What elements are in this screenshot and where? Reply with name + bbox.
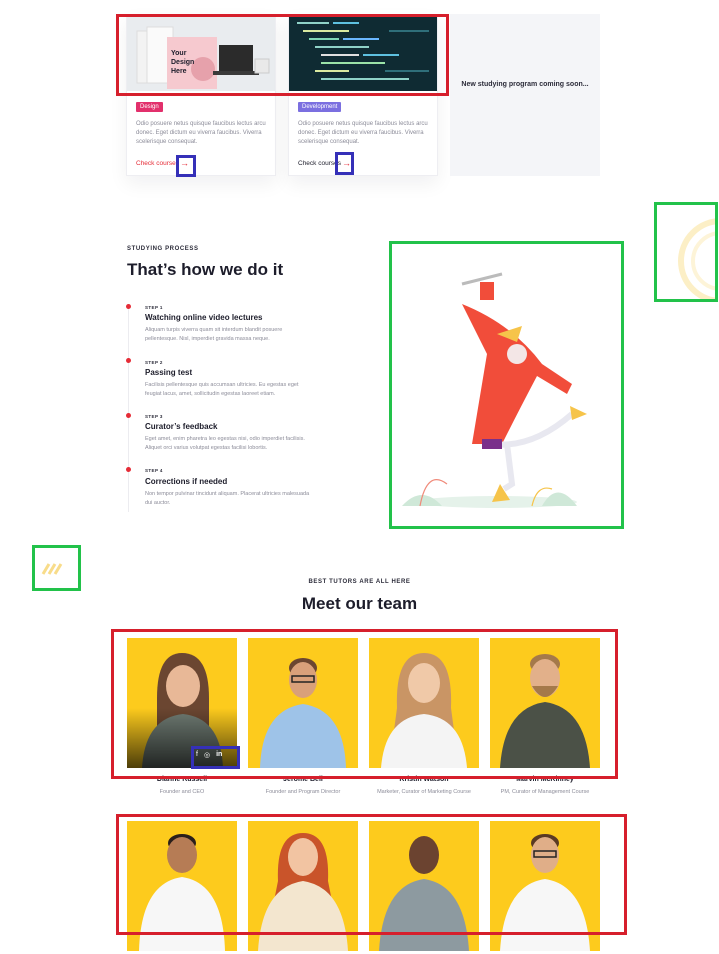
tutor-role: Marketer, Curator of Marketing Course: [377, 789, 471, 795]
section-eyebrow: BEST TUTORS ARE ALL HERE: [308, 579, 411, 585]
step-label: STEP 2: [145, 360, 163, 365]
course-tag: Development: [298, 102, 342, 112]
step-label: STEP 1: [145, 305, 163, 310]
ring-decoration-icon: [678, 218, 719, 304]
step-text: Aliquam turpis viverra quam sit interdum…: [145, 327, 283, 342]
timeline-dot: [126, 304, 131, 309]
step-title: Passing test: [145, 368, 193, 377]
course-description: Odio posuere netus quisque faucibus lect…: [298, 121, 428, 145]
section-eyebrow: STUDYING PROCESS: [127, 246, 199, 252]
step-title: Corrections if needed: [145, 477, 228, 486]
timeline-dot: [126, 413, 131, 418]
highlight-box: [654, 202, 719, 304]
check-courses-link[interactable]: Check courses: [136, 159, 179, 168]
section-title: That’s how we do it: [127, 260, 284, 279]
tutor-role: Founder and Program Director: [265, 789, 341, 795]
tutor-role: PM, Curator of Management Course: [500, 789, 590, 795]
timeline-dot: [126, 467, 131, 472]
course-tag: Design: [136, 102, 163, 112]
highlight-box: [176, 155, 196, 177]
step-text: Facilisis pellentesque quis accumsan ult…: [145, 382, 299, 397]
timeline-dot: [126, 358, 131, 363]
highlight-box: [335, 152, 354, 175]
step-text: Eget amet, enim pharetra leo egestas nis…: [145, 436, 305, 451]
highlight-box: [111, 629, 618, 779]
coming-soon-card: New studying program coming soon...: [450, 14, 600, 176]
timeline-line: [128, 306, 129, 512]
step-label: STEP 3: [145, 414, 163, 419]
coming-soon-text: New studying program coming soon...: [461, 81, 589, 88]
graduate-illustration: [402, 272, 587, 508]
step-title: Curator’s feedback: [145, 422, 218, 431]
step-title: Watching online video lectures: [145, 313, 263, 322]
tutor-role: Founder and CEO: [159, 789, 205, 795]
course-description: Odio posuere netus quisque faucibus lect…: [136, 121, 266, 145]
highlight-box: [116, 814, 627, 935]
highlight-box: [389, 241, 624, 529]
highlight-box: [116, 14, 449, 96]
step-label: STEP 4: [145, 468, 163, 473]
step-text: Non tempor pulvinar tincidunt aliquam. P…: [145, 491, 310, 506]
section-title: Meet our team: [301, 594, 418, 613]
